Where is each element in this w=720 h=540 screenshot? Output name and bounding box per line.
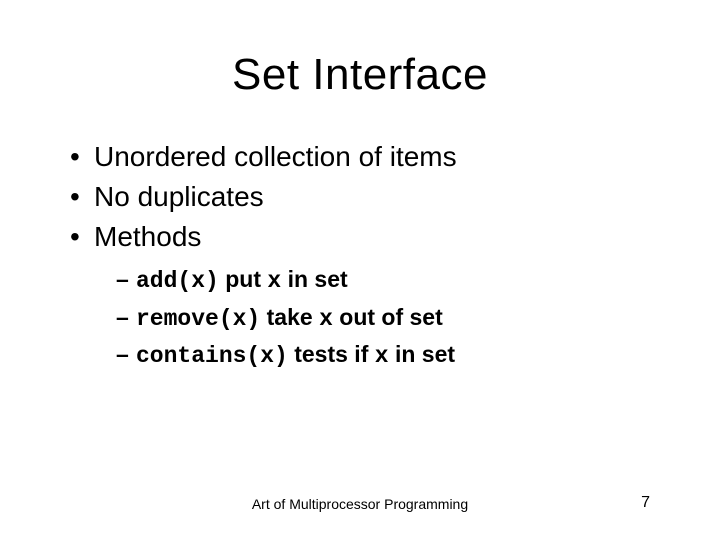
- method-item: add(x) put x in set: [116, 263, 660, 298]
- method-desc: in set: [389, 341, 455, 367]
- method-list: add(x) put x in set remove(x) take x out…: [116, 263, 660, 373]
- method-var: x: [375, 343, 389, 369]
- method-desc: out of set: [333, 304, 443, 330]
- bullet-item: No duplicates: [68, 178, 660, 216]
- footer-text: Art of Multiprocessor Programming: [0, 496, 720, 512]
- method-desc: put: [219, 266, 268, 292]
- bullet-list: Unordered collection of items No duplica…: [68, 138, 660, 373]
- method-item: remove(x) take x out of set: [116, 301, 660, 336]
- method-desc: tests if: [288, 341, 375, 367]
- method-var: x: [319, 306, 333, 332]
- method-item: contains(x) tests if x in set: [116, 338, 660, 373]
- method-code: contains(x): [136, 343, 288, 369]
- bullet-item: Unordered collection of items: [68, 138, 660, 176]
- bullet-item: Methods add(x) put x in set remove(x) ta…: [68, 218, 660, 374]
- method-desc: take: [260, 304, 319, 330]
- method-code: add(x): [136, 268, 219, 294]
- method-desc: in set: [281, 266, 347, 292]
- method-code: remove(x): [136, 306, 260, 332]
- page-number: 7: [641, 494, 650, 512]
- slide-title: Set Interface: [60, 50, 660, 100]
- bullet-item-label: Methods: [94, 221, 201, 252]
- slide: Set Interface Unordered collection of it…: [0, 0, 720, 540]
- method-var: x: [267, 268, 281, 294]
